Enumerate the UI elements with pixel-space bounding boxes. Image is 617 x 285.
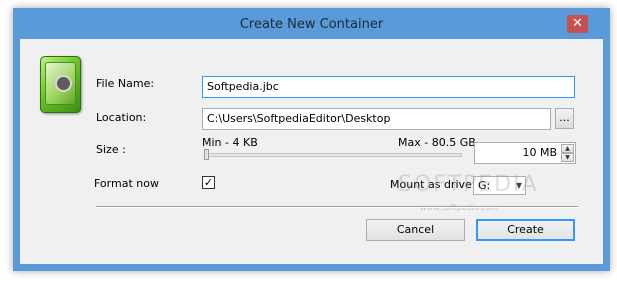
format-now-checkbox[interactable]: ✓ xyxy=(202,176,215,189)
spin-up-button[interactable]: ▲ xyxy=(561,144,574,153)
create-button[interactable]: Create xyxy=(476,219,575,241)
chevron-up-icon: ▲ xyxy=(565,145,570,152)
close-icon: ✕ xyxy=(572,16,583,31)
browse-button[interactable]: ... xyxy=(555,108,574,129)
location-input[interactable]: C:\Users\SoftpediaEditor\Desktop xyxy=(202,108,551,130)
chevron-down-icon: ▼ xyxy=(565,154,570,161)
size-max-label: Max - 80.5 GB xyxy=(398,136,476,149)
watermark: SOFTPEDIA xyxy=(398,172,539,197)
dialog-body: File Name: Softpedia.jbc Location: C:\Us… xyxy=(20,39,603,264)
size-slider-thumb[interactable] xyxy=(204,149,209,160)
check-icon: ✓ xyxy=(203,176,214,189)
size-label: Size : xyxy=(96,143,126,156)
close-button[interactable]: ✕ xyxy=(567,15,588,33)
spin-down-button[interactable]: ▼ xyxy=(561,153,574,162)
size-stepper[interactable]: 10 MB ▲ ▼ xyxy=(474,142,576,164)
file-name-input[interactable]: Softpedia.jbc xyxy=(202,76,575,98)
size-min-label: Min - 4 KB xyxy=(202,136,258,149)
size-value: 10 MB xyxy=(522,146,557,159)
safe-dial xyxy=(55,75,72,92)
safe-container-icon xyxy=(40,56,81,113)
file-name-label: File Name: xyxy=(96,77,155,90)
dialog-window: Create New Container ✕ File Name: Softpe… xyxy=(13,8,610,271)
format-now-label: Format now xyxy=(94,177,159,190)
separator xyxy=(96,206,578,208)
location-label: Location: xyxy=(96,111,147,124)
size-slider-track[interactable] xyxy=(204,153,462,157)
safe-door xyxy=(45,62,76,105)
cancel-button[interactable]: Cancel xyxy=(366,219,465,241)
window-title: Create New Container xyxy=(239,17,384,32)
title-bar[interactable]: Create New Container ✕ xyxy=(13,8,610,39)
